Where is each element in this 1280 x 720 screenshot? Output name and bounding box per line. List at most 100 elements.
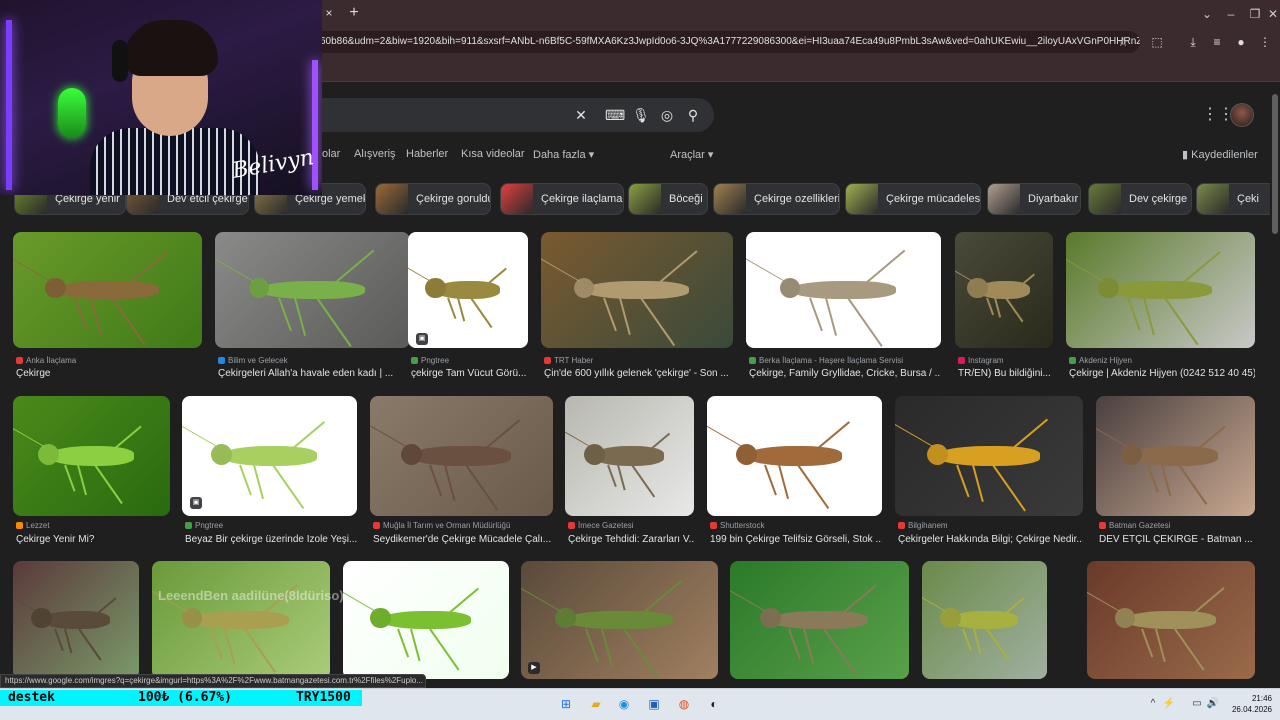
tab-short-videos[interactable]: Kısa videolar: [461, 148, 525, 160]
tools-button[interactable]: Araçlar ▾: [670, 148, 713, 161]
image-result[interactable]: [565, 396, 694, 516]
image-result[interactable]: [922, 561, 1047, 679]
result-source[interactable]: Muğla İl Tarım ve Orman Müdürlüğü: [373, 521, 553, 530]
chip-label: Çekirge ilaçlama: [541, 193, 623, 205]
image-result[interactable]: [152, 561, 330, 679]
image-result[interactable]: [541, 232, 733, 348]
image-result[interactable]: [215, 232, 410, 348]
extensions-icon[interactable]: ⬚: [1148, 33, 1166, 51]
suggestion-chip[interactable]: Diyarbakır: [987, 183, 1081, 215]
obs-icon[interactable]: ◐: [704, 694, 724, 714]
result-title[interactable]: Çin'de 600 yıllık gelenek 'çekirge' - So…: [544, 368, 733, 379]
image-result[interactable]: [1096, 396, 1255, 516]
result-title[interactable]: 199 bin Çekirge Telifsiz Görseli, Stok .…: [710, 534, 882, 545]
tab-more[interactable]: Daha fazla ▾: [533, 148, 594, 161]
result-title[interactable]: Çekirge: [16, 368, 202, 379]
maximize-icon[interactable]: ❐: [1246, 6, 1264, 22]
close-tab-icon[interactable]: ×: [322, 6, 336, 20]
start-icon[interactable]: ⊞: [556, 694, 576, 714]
tray-overflow-icon[interactable]: ^: [1146, 697, 1160, 711]
suggestion-chip[interactable]: Çekirge goruldu: [375, 183, 491, 215]
store-icon[interactable]: ▣: [644, 694, 664, 714]
result-source[interactable]: Anka İlaçlama: [16, 356, 202, 365]
suggestion-chip[interactable]: Çekirge mücadelesi: [845, 183, 981, 215]
result-title[interactable]: Çekirge Yenir Mi?: [16, 534, 170, 545]
lens-icon[interactable]: ◎: [658, 106, 676, 124]
image-result[interactable]: [1087, 561, 1255, 679]
image-result[interactable]: [1066, 232, 1255, 348]
url-field[interactable]: 60b86&udm=2&biw=1920&bih=911&sxsrf=ANbL-…: [300, 31, 1140, 53]
result-source[interactable]: İmece Gazetesi: [568, 521, 694, 530]
result-title[interactable]: Çekirge | Akdeniz Hijyen (0242 512 40 45…: [1069, 368, 1255, 379]
image-result[interactable]: [343, 561, 509, 679]
result-source[interactable]: Akdeniz Hijyen: [1069, 356, 1255, 365]
result-source[interactable]: Shutterstock: [710, 521, 882, 530]
result-title[interactable]: Çekirge Tehdidi: Zararları V...: [568, 534, 694, 545]
result-title[interactable]: Çekirgeleri Allah'a havale eden kadı | .…: [218, 368, 410, 379]
keyboard-icon[interactable]: ⌨: [605, 106, 625, 124]
media-icon[interactable]: ≡: [1208, 33, 1226, 51]
suggestion-chip[interactable]: Çekirge ozellikleri: [713, 183, 840, 215]
suggestion-chip[interactable]: Çekirge ilaçlama: [500, 183, 624, 215]
search-icon[interactable]: ⚲: [684, 106, 702, 124]
result-title[interactable]: Çekirge, Family Gryllidae, Cricke, Bursa…: [749, 368, 941, 379]
result-title[interactable]: TR/EN) Bu bildiğini...: [958, 368, 1053, 379]
volume-icon[interactable]: 🔊: [1206, 697, 1220, 711]
result-title[interactable]: Seydikemer'de Çekirge Mücadele Çalı...: [373, 534, 553, 545]
result-source[interactable]: Batman Gazetesi: [1099, 521, 1255, 530]
image-result[interactable]: [955, 232, 1053, 348]
image-result[interactable]: [521, 561, 718, 679]
suggestion-chip[interactable]: Dev çekirge: [1088, 183, 1192, 215]
result-title[interactable]: DEV ETÇİL ÇEKİRGE - Batman ...: [1099, 534, 1255, 545]
grasshopper-figure: [343, 561, 509, 679]
image-result[interactable]: [730, 561, 909, 679]
avatar[interactable]: [1230, 103, 1254, 127]
google-apps-icon[interactable]: ⋮⋮: [1202, 106, 1234, 124]
image-result[interactable]: [13, 561, 139, 679]
result-source[interactable]: Berka İlaçlama - Haşere İlaçlama Servisi: [749, 356, 941, 365]
close-window-icon[interactable]: ✕: [1264, 6, 1280, 22]
result-source[interactable]: TRT Haber: [544, 356, 733, 365]
result-source[interactable]: Pngtree: [185, 521, 357, 530]
tab-shopping[interactable]: Alışveriş: [354, 148, 396, 160]
result-source[interactable]: Bilim ve Gelecek: [218, 356, 410, 365]
file-explorer-icon[interactable]: ▰: [586, 694, 606, 714]
grasshopper-figure: [1096, 396, 1255, 516]
image-result[interactable]: [707, 396, 882, 516]
result-source[interactable]: Pngtree: [411, 356, 528, 365]
chrome-icon[interactable]: ◍: [674, 694, 694, 714]
edge-icon[interactable]: ◉: [614, 694, 634, 714]
result-source[interactable]: Instagram: [958, 356, 1053, 365]
scrollbar-thumb[interactable]: [1272, 94, 1278, 234]
result-title[interactable]: Çekirgeler Hakkında Bilgi; Çekirge Nedir…: [898, 534, 1083, 545]
suggestion-chip[interactable]: Çeki: [1196, 183, 1270, 215]
image-result[interactable]: [13, 232, 202, 348]
result-title[interactable]: Beyaz Bir çekirge üzerinde Izole Yeşi...: [185, 534, 357, 545]
network-icon[interactable]: ▭: [1190, 697, 1204, 711]
voice-search-icon[interactable]: 🎙: [632, 106, 650, 124]
saved-link[interactable]: ▮ Kaydedilenler: [1182, 148, 1258, 161]
download-icon[interactable]: ⤓: [1184, 33, 1202, 51]
image-result[interactable]: [13, 396, 170, 516]
tray-app-icon[interactable]: ⚡: [1162, 697, 1176, 711]
minimize-icon[interactable]: –: [1222, 6, 1240, 22]
result-source[interactable]: Bilgihanem: [898, 521, 1083, 530]
new-tab-button[interactable]: +: [346, 4, 362, 22]
result-title[interactable]: çekirge Tam Vücut Görü...: [411, 368, 528, 379]
image-result[interactable]: [370, 396, 553, 516]
image-result[interactable]: [895, 396, 1083, 516]
tab-search-icon[interactable]: ⌄: [1198, 6, 1216, 22]
image-result[interactable]: [746, 232, 941, 348]
clear-search-icon[interactable]: ✕: [572, 106, 590, 124]
bookmark-star-icon[interactable]: ☆: [1114, 33, 1132, 51]
image-result[interactable]: [408, 232, 528, 348]
page-scrollbar[interactable]: [1270, 82, 1280, 688]
menu-icon[interactable]: ⋮: [1256, 33, 1274, 51]
suggestion-chip[interactable]: Böceği: [628, 183, 708, 215]
tab-news[interactable]: Haberler: [406, 148, 448, 160]
result-source[interactable]: Lezzet: [16, 521, 170, 530]
taskbar-clock[interactable]: 21:46 26.04.2026: [1226, 693, 1272, 715]
profile-icon[interactable]: ●: [1232, 33, 1250, 51]
tab-images[interactable]: olar: [322, 148, 340, 160]
image-result[interactable]: [182, 396, 357, 516]
